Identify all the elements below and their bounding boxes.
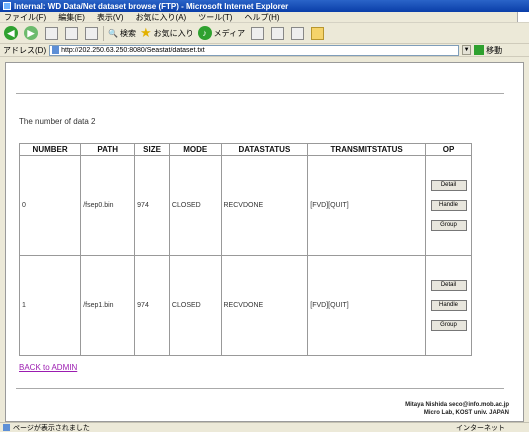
cell-number: 0 bbox=[18, 155, 82, 256]
cell-op: Detail Handle Group bbox=[425, 255, 472, 356]
table-header-row: NUMBER PATH SIZE MODE DATASTATUS TRANSMI… bbox=[18, 143, 472, 156]
go-button[interactable]: 移動 bbox=[474, 45, 502, 56]
media-icon: ♪ bbox=[197, 26, 212, 40]
group-button[interactable]: Group bbox=[430, 320, 467, 331]
go-label: 移動 bbox=[486, 45, 503, 55]
search-label: 検索 bbox=[119, 28, 136, 38]
back-to-admin-link[interactable]: BACK to ADMIN bbox=[19, 363, 77, 372]
group-button[interactable]: Group bbox=[430, 220, 467, 231]
top-divider bbox=[16, 93, 504, 94]
mail-icon bbox=[270, 26, 284, 40]
cell-path: /fsep1.bin bbox=[80, 255, 136, 356]
windows-logo-icon bbox=[517, 12, 529, 22]
cell-size: 974 bbox=[134, 155, 170, 256]
menu-edit[interactable]: 編集(E) bbox=[58, 12, 85, 23]
window-titlebar: Internal: WD Data/Net dataset browse (FT… bbox=[0, 0, 529, 12]
footer-line-2: Micro Lab, KOST univ. JAPAN bbox=[423, 410, 509, 416]
cell-transmitstatus: [FVD][QUIT] bbox=[307, 155, 426, 256]
home-button[interactable] bbox=[83, 25, 99, 41]
detail-button[interactable]: Detail bbox=[430, 280, 467, 291]
page-icon bbox=[52, 46, 60, 54]
address-label: アドレス(D) bbox=[3, 45, 47, 55]
cell-transmitstatus: [FVD][QUIT] bbox=[307, 255, 426, 356]
refresh-button[interactable] bbox=[63, 25, 79, 41]
favorites-label: お気に入り bbox=[153, 28, 194, 38]
table-row: 1 /fsep1.bin 974 CLOSED RECVDONE [FVD][Q… bbox=[18, 255, 472, 356]
media-button[interactable]: ♪ メディア bbox=[197, 25, 246, 41]
address-url: http://202.250.63.250:8080/Seastat/datas… bbox=[61, 46, 205, 54]
history-icon bbox=[250, 26, 264, 40]
page-content: The number of data 2 NUMBER PATH SIZE MO… bbox=[5, 62, 524, 422]
star-icon: ★ bbox=[139, 25, 152, 40]
address-dropdown-icon[interactable]: ▼ bbox=[462, 45, 472, 55]
stop-button[interactable] bbox=[43, 25, 59, 41]
refresh-icon bbox=[64, 26, 78, 40]
footer-line-1: Mitaya Nishida seco@info.mob.ac.jp bbox=[405, 402, 509, 408]
search-button[interactable]: 🔍 検索 bbox=[108, 25, 136, 41]
toolbar: ◀ ▶ 🔍 検索 ★ お気に入り ♪ メディア bbox=[0, 23, 529, 44]
col-mode: MODE bbox=[168, 143, 222, 156]
cell-size: 974 bbox=[134, 255, 170, 356]
cell-mode: CLOSED bbox=[168, 255, 222, 356]
ie-icon bbox=[3, 2, 11, 10]
menu-tools[interactable]: ツール(T) bbox=[198, 12, 232, 23]
cell-path: /fsep0.bin bbox=[80, 155, 136, 256]
footer: Mitaya Nishida seco@info.mob.ac.jp Micro… bbox=[405, 401, 509, 417]
forward-button[interactable]: ▶ bbox=[23, 25, 39, 41]
detail-button[interactable]: Detail bbox=[430, 180, 467, 191]
menu-help[interactable]: ヘルプ(H) bbox=[244, 12, 279, 23]
toolbar-separator bbox=[103, 25, 104, 41]
col-op: OP bbox=[425, 143, 472, 156]
address-bar: アドレス(D) http://202.250.63.250:8080/Seast… bbox=[0, 44, 529, 57]
folder-icon bbox=[310, 26, 324, 40]
history-button[interactable] bbox=[249, 25, 265, 41]
cell-datastatus: RECVDONE bbox=[220, 255, 309, 356]
back-button[interactable]: ◀ bbox=[3, 25, 19, 41]
home-icon bbox=[84, 26, 98, 40]
handle-button[interactable]: Handle bbox=[430, 200, 467, 211]
cell-mode: CLOSED bbox=[168, 155, 222, 256]
go-arrow-icon bbox=[474, 45, 485, 55]
bottom-divider bbox=[16, 388, 504, 389]
print-button[interactable] bbox=[289, 25, 305, 41]
print-icon bbox=[290, 26, 304, 40]
menu-file[interactable]: ファイル(F) bbox=[4, 12, 46, 23]
col-number: NUMBER bbox=[18, 143, 82, 156]
window-title: Internal: WD Data/Net dataset browse (FT… bbox=[14, 1, 289, 11]
page-done-icon bbox=[3, 424, 10, 431]
cell-number: 1 bbox=[18, 255, 82, 356]
stop-icon bbox=[44, 26, 58, 40]
menu-view[interactable]: 表示(V) bbox=[97, 12, 124, 23]
forward-arrow-icon: ▶ bbox=[24, 26, 38, 40]
col-size: SIZE bbox=[134, 143, 170, 156]
status-bar: ページが表示されました インターネット bbox=[0, 422, 529, 432]
media-label: メディア bbox=[213, 28, 246, 38]
menu-favorites[interactable]: お気に入り(A) bbox=[136, 12, 187, 23]
cell-op: Detail Handle Group bbox=[425, 155, 472, 256]
folder-button[interactable] bbox=[309, 25, 325, 41]
security-zone: インターネット bbox=[456, 424, 505, 432]
back-arrow-icon: ◀ bbox=[4, 26, 18, 40]
col-datastatus: DATASTATUS bbox=[220, 143, 309, 156]
data-count: The number of data 2 bbox=[19, 117, 96, 126]
data-table: NUMBER PATH SIZE MODE DATASTATUS TRANSMI… bbox=[18, 143, 472, 356]
search-icon: 🔍 bbox=[108, 28, 118, 38]
menu-bar: ファイル(F) 編集(E) 表示(V) お気に入り(A) ツール(T) ヘルプ(… bbox=[0, 12, 529, 23]
table-row: 0 /fsep0.bin 974 CLOSED RECVDONE [FVD][Q… bbox=[18, 155, 472, 256]
favorites-button[interactable]: ★ お気に入り bbox=[140, 25, 194, 41]
address-input[interactable]: http://202.250.63.250:8080/Seastat/datas… bbox=[49, 44, 460, 56]
handle-button[interactable]: Handle bbox=[430, 300, 467, 311]
cell-datastatus: RECVDONE bbox=[220, 155, 309, 256]
col-path: PATH bbox=[80, 143, 136, 156]
status-text: ページが表示されました bbox=[13, 424, 90, 432]
col-transmitstatus: TRANSMITSTATUS bbox=[307, 143, 426, 156]
mail-button[interactable] bbox=[269, 25, 285, 41]
